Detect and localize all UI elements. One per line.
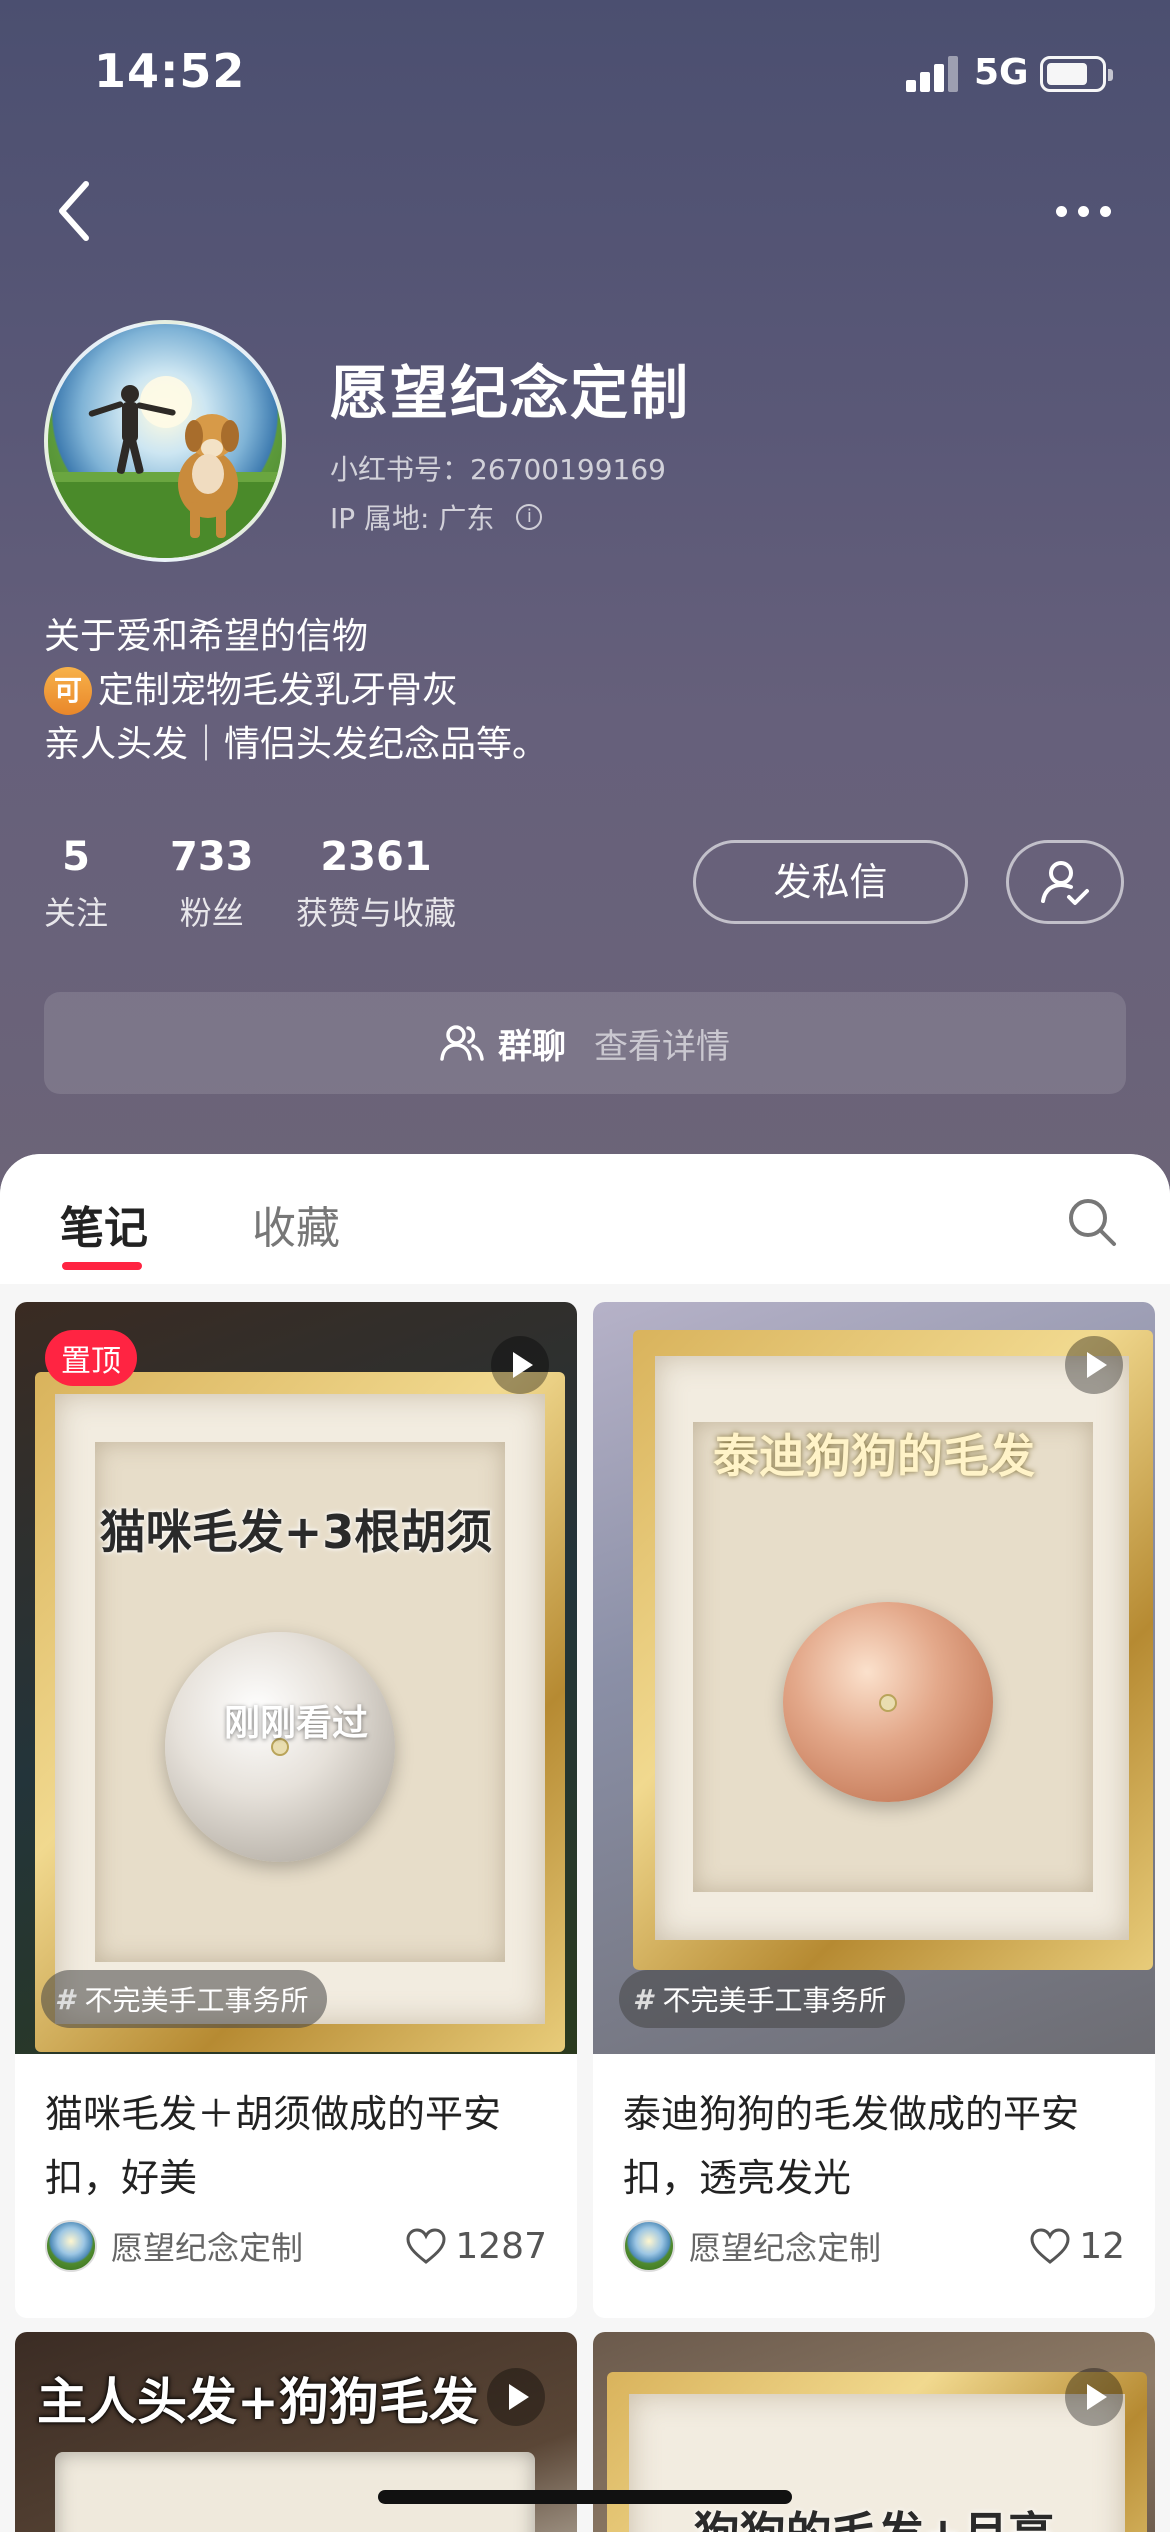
hashtag-icon: # <box>633 1982 653 2016</box>
thumbnail-caption: 猫咪毛发+3根胡须 <box>99 1505 493 1559</box>
video-play-icon <box>487 2368 545 2426</box>
signal-icon <box>906 56 960 92</box>
home-indicator[interactable] <box>378 2490 792 2504</box>
note-author[interactable]: 愿望纪念定制 <box>45 2220 303 2272</box>
note-card[interactable]: 猫咪毛发+3根胡须 刚刚看过 置顶 # 不完美手工事务所 猫咪毛发＋胡须做成的平… <box>15 1302 577 2318</box>
stat-followers-label: 粉丝 <box>179 894 244 932</box>
topic-tag[interactable]: # 不完美手工事务所 <box>619 1970 905 2028</box>
note-thumbnail: 猫咪毛发+3根胡须 刚刚看过 置顶 # 不完美手工事务所 <box>15 1302 577 2054</box>
video-play-icon <box>1065 2368 1123 2426</box>
avatar[interactable] <box>44 320 286 562</box>
topic-tag[interactable]: # 不完美手工事务所 <box>41 1970 327 2028</box>
author-name: 愿望纪念定制 <box>689 2229 882 2267</box>
profile-id: 小红书号：26700199169 <box>330 453 666 486</box>
video-play-icon <box>1065 1336 1123 1394</box>
bio-line-3: 亲人头发｜情侣头发纪念品等。 <box>44 724 549 765</box>
note-thumbnail: 泰迪狗狗的毛发 # 不完美手工事务所 <box>593 1302 1155 2054</box>
stat-likes-value: 2361 <box>320 834 432 880</box>
author-avatar <box>623 2220 675 2272</box>
profile-header: 14:52 5G 愿望纪念定制 小红书号：26700199169 IP 属地: … <box>0 0 1170 1200</box>
status-time: 14:52 <box>94 44 246 98</box>
stat-following-label: 关注 <box>44 894 109 932</box>
topic-tag-label: 不完美手工事务所 <box>662 1984 887 2017</box>
recently-viewed-label: 刚刚看过 <box>223 1703 368 1744</box>
info-icon[interactable]: i <box>516 504 543 530</box>
like-count: 12 <box>1079 2225 1125 2267</box>
group-chat-bar[interactable]: 群聊 查看详情 <box>44 992 1126 1094</box>
like-button[interactable]: 1287 <box>405 2220 547 2272</box>
back-button[interactable] <box>50 176 110 246</box>
stat-likes-label: 获赞与收藏 <box>296 894 457 932</box>
status-bar: 14:52 5G <box>0 0 1170 140</box>
profile-bio: 关于爱和希望的信物 可 定制宠物毛发乳牙骨灰 亲人头发｜情侣头发纪念品等。 <box>44 610 548 772</box>
stat-likes-collects[interactable]: 2361 获赞与收藏 <box>296 834 456 934</box>
profile-ip: IP 属地: 广东 i <box>330 497 543 537</box>
search-icon <box>1069 1199 1116 1246</box>
tab-notes[interactable]: 笔记 <box>60 1192 148 1270</box>
author-name: 愿望纪念定制 <box>111 2229 304 2267</box>
like-button[interactable]: 12 <box>1029 2220 1125 2272</box>
chevron-left-icon <box>59 181 89 241</box>
ip-location: IP 属地: 广东 <box>330 502 495 535</box>
bio-line-2-text: 定制宠物毛发乳牙骨灰 <box>98 670 459 711</box>
video-play-icon <box>491 1336 549 1394</box>
send-message-button[interactable]: 发私信 <box>693 840 968 924</box>
network-type: 5G <box>974 52 1029 93</box>
topic-tag-label: 不完美手工事务所 <box>84 1984 309 2017</box>
battery-icon <box>1040 56 1113 92</box>
note-title[interactable]: 猫咪毛发＋胡须做成的平安扣，好美 <box>45 2082 555 2210</box>
tab-collections[interactable]: 收藏 <box>252 1192 340 1256</box>
heart-icon <box>406 2228 446 2264</box>
profile-name: 愿望纪念定制 <box>330 359 691 427</box>
avatar-image <box>48 376 282 558</box>
hashtag-icon: # <box>55 1982 75 2016</box>
stat-followers-value: 733 <box>170 834 254 880</box>
pinned-badge: 置顶 <box>45 1330 137 1386</box>
bio-badge-icon: 可 <box>44 667 92 715</box>
note-author[interactable]: 愿望纪念定制 <box>623 2220 881 2272</box>
thumbnail-caption: 泰迪狗狗的毛发 <box>713 1429 1035 1483</box>
like-count: 1287 <box>455 2225 547 2267</box>
stat-following[interactable]: 5 关注 <box>44 834 108 934</box>
more-button[interactable] <box>1048 190 1118 230</box>
note-title[interactable]: 泰迪狗狗的毛发做成的平安扣，透亮发光 <box>623 2082 1133 2210</box>
search-button[interactable] <box>1066 1196 1118 1248</box>
notes-section: 笔记 收藏 猫咪毛发+3根胡须 刚刚看过 置顶 # 不完美手工事务所 猫咪毛发＋ <box>0 1154 1170 2532</box>
stat-followers[interactable]: 733 粉丝 <box>170 834 254 934</box>
follow-button[interactable] <box>1006 840 1124 924</box>
group-chat-detail: 查看详情 <box>594 1026 730 1067</box>
stat-following-value: 5 <box>62 834 90 880</box>
group-icon <box>440 1025 484 1061</box>
group-chat-label: 群聊 <box>498 1026 566 1067</box>
tab-bar: 笔记 收藏 <box>0 1154 1170 1284</box>
bio-line-2: 可 定制宠物毛发乳牙骨灰 <box>44 664 548 718</box>
note-card[interactable]: 泰迪狗狗的毛发 # 不完美手工事务所 泰迪狗狗的毛发做成的平安扣，透亮发光 愿望… <box>593 1302 1155 2318</box>
more-icon <box>1056 206 1067 217</box>
author-avatar <box>45 2220 97 2272</box>
user-check-icon <box>1041 861 1089 905</box>
heart-icon <box>1030 2228 1070 2264</box>
bio-line-1: 关于爱和希望的信物 <box>44 616 369 657</box>
